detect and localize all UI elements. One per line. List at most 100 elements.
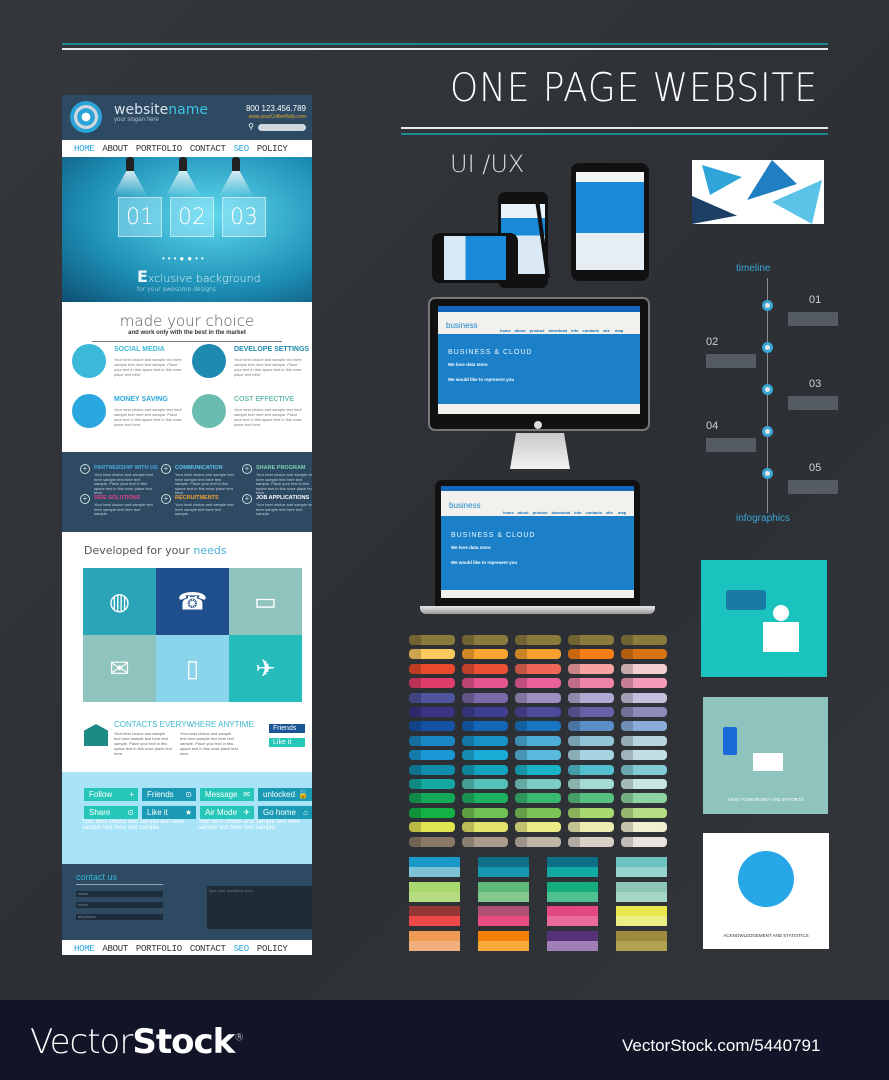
plus-icon[interactable]: + — [80, 494, 90, 504]
color-swatch[interactable] — [409, 807, 455, 818]
color-swatch[interactable] — [409, 663, 455, 674]
color-block[interactable] — [409, 930, 460, 951]
color-swatch[interactable] — [568, 735, 614, 746]
color-block[interactable] — [478, 930, 529, 951]
device-nav-site-map[interactable]: site map — [606, 510, 626, 515]
color-swatch[interactable] — [568, 779, 614, 789]
color-swatch[interactable] — [462, 836, 508, 847]
color-swatch[interactable] — [621, 635, 667, 645]
color-block[interactable] — [547, 906, 598, 926]
color-swatch[interactable] — [568, 663, 614, 674]
color-swatch[interactable] — [409, 692, 455, 703]
device-nav-home[interactable]: home — [503, 510, 514, 515]
social-friends-button[interactable]: Friends ⊙ — [142, 788, 196, 801]
color-swatch[interactable] — [568, 721, 614, 732]
color-swatch[interactable] — [515, 707, 561, 717]
device-nav-product[interactable]: product — [533, 510, 548, 515]
social-like-it-button[interactable]: Like it ★ — [142, 806, 196, 819]
like-button[interactable]: Like it — [269, 738, 305, 747]
color-block[interactable] — [409, 881, 460, 902]
needs-tile[interactable]: ☎ — [156, 568, 229, 635]
color-swatch[interactable] — [621, 793, 667, 804]
color-swatch[interactable] — [462, 635, 508, 645]
color-block[interactable] — [616, 857, 667, 877]
color-swatch[interactable] — [568, 707, 614, 717]
color-block[interactable] — [409, 906, 460, 926]
device-nav-about[interactable]: about — [515, 328, 526, 333]
color-swatch[interactable] — [568, 649, 614, 660]
color-block[interactable] — [409, 857, 460, 877]
slide-box-3[interactable]: 03 — [222, 197, 266, 237]
color-swatch[interactable] — [515, 692, 561, 703]
color-swatch[interactable] — [462, 735, 508, 746]
device-nav-info[interactable]: info — [571, 328, 578, 333]
color-swatch[interactable] — [409, 793, 455, 804]
plus-icon[interactable]: + — [242, 494, 252, 504]
color-swatch[interactable] — [462, 750, 508, 761]
slider-dots[interactable]: •••●●•• — [162, 254, 207, 263]
color-swatch[interactable] — [621, 750, 667, 761]
color-swatch[interactable] — [409, 764, 455, 775]
color-swatch[interactable] — [515, 764, 561, 775]
color-swatch[interactable] — [621, 735, 667, 746]
nav-home[interactable]: HOME — [74, 944, 95, 954]
color-block[interactable] — [616, 930, 667, 951]
color-swatch[interactable] — [462, 692, 508, 703]
color-swatch[interactable] — [515, 663, 561, 674]
color-block[interactable] — [616, 881, 667, 902]
nav-contact[interactable]: CONTACT — [190, 144, 226, 154]
device-nav-download[interactable]: download — [551, 510, 570, 515]
needs-tile[interactable]: ▯ — [156, 635, 229, 702]
nav-about[interactable]: ABOUT — [102, 144, 128, 154]
color-swatch[interactable] — [621, 721, 667, 732]
needs-tile[interactable]: ✈ — [229, 635, 302, 702]
needs-tile[interactable]: ▭ — [229, 568, 302, 635]
color-swatch[interactable] — [462, 649, 508, 660]
plus-icon[interactable]: + — [80, 464, 90, 474]
color-swatch[interactable] — [568, 635, 614, 645]
device-nav-contacts[interactable]: contacts — [585, 510, 601, 515]
color-block[interactable] — [478, 906, 529, 926]
color-swatch[interactable] — [462, 721, 508, 732]
color-swatch[interactable] — [515, 779, 561, 789]
color-swatch[interactable] — [409, 707, 455, 717]
color-swatch[interactable] — [515, 836, 561, 847]
color-swatch[interactable] — [515, 750, 561, 761]
device-nav-download[interactable]: download — [548, 328, 567, 333]
color-swatch[interactable] — [621, 779, 667, 789]
color-swatch[interactable] — [409, 635, 455, 645]
color-swatch[interactable] — [568, 793, 614, 804]
color-swatch[interactable] — [409, 750, 455, 761]
color-swatch[interactable] — [515, 822, 561, 833]
color-block[interactable] — [547, 857, 598, 877]
social-air-mode-button[interactable]: Air Mode ✈ — [200, 806, 254, 819]
needs-tile[interactable]: ◍ — [83, 568, 156, 635]
device-nav-product[interactable]: product — [530, 328, 545, 333]
search-input[interactable] — [258, 124, 306, 131]
social-message-button[interactable]: Message ✉ — [200, 788, 254, 801]
plus-icon[interactable]: + — [242, 464, 252, 474]
color-swatch[interactable] — [515, 735, 561, 746]
device-nav-site-map[interactable]: site map — [603, 328, 623, 333]
color-swatch[interactable] — [568, 836, 614, 847]
color-swatch[interactable] — [621, 707, 667, 717]
timeline-node[interactable] — [762, 468, 773, 479]
timeline-node[interactable] — [762, 426, 773, 437]
nav-seo[interactable]: SEO — [234, 944, 250, 954]
friends-button[interactable]: Friends — [269, 724, 305, 733]
color-swatch[interactable] — [515, 649, 561, 660]
device-nav-info[interactable]: info — [574, 510, 581, 515]
color-swatch[interactable] — [409, 678, 455, 689]
color-swatch[interactable] — [515, 678, 561, 689]
social-unlocked-button[interactable]: unlocked 🔓 — [258, 788, 312, 801]
color-swatch[interactable] — [462, 822, 508, 833]
timeline-node[interactable] — [762, 300, 773, 311]
color-swatch[interactable] — [621, 678, 667, 689]
color-swatch[interactable] — [621, 807, 667, 818]
color-block[interactable] — [478, 857, 529, 877]
color-swatch[interactable] — [621, 764, 667, 775]
color-swatch[interactable] — [409, 721, 455, 732]
color-block[interactable] — [547, 881, 598, 902]
color-swatch[interactable] — [568, 764, 614, 775]
color-swatch[interactable] — [621, 836, 667, 847]
